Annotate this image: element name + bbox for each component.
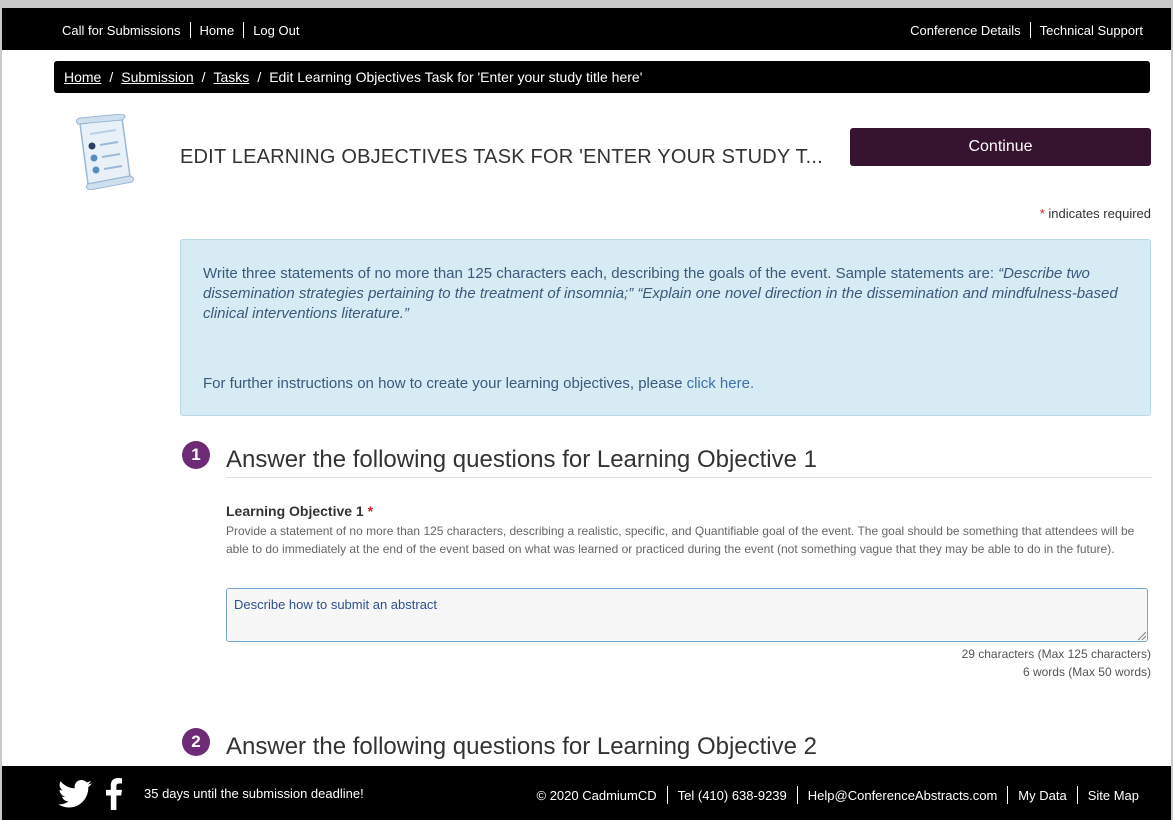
breadcrumb-separator: / (201, 69, 206, 85)
word-count: 6 words (Max 50 words) (1022, 665, 1151, 679)
footer-divider (796, 786, 798, 804)
required-star: * (367, 503, 374, 519)
submission-deadline-countdown: 35 days until the submission deadline! (144, 786, 364, 801)
nav-home[interactable]: Home (200, 23, 235, 38)
section-number-badge: 1 (182, 441, 210, 469)
section-divider (226, 477, 1152, 478)
site-map-link[interactable]: Site Map (1088, 788, 1139, 803)
field-label-text: Learning Objective 1 (226, 503, 364, 519)
page-title: EDIT LEARNING OBJECTIVES TASK FOR 'ENTER… (180, 146, 823, 168)
nav-divider (243, 22, 245, 38)
breadcrumb-home[interactable]: Home (64, 69, 101, 85)
twitter-icon[interactable] (58, 780, 92, 811)
window-frame-left (0, 0, 2, 820)
nav-call-for-submissions[interactable]: Call for Submissions (62, 23, 181, 38)
help-email-link[interactable]: Help@ConferenceAbstracts.com (808, 788, 998, 803)
section-title: Answer the following questions for Learn… (226, 733, 817, 760)
my-data-link[interactable]: My Data (1018, 788, 1066, 803)
footer-bar: 35 days until the submission deadline! ©… (2, 766, 1171, 820)
character-count: 29 characters (Max 125 characters) (961, 647, 1151, 661)
further-instructions: For further instructions on how to creat… (203, 374, 754, 394)
top-navigation-bar: Call for Submissions Home Log Out Conferen… (2, 8, 1171, 50)
phone-number: Tel (410) 638-9239 (677, 788, 787, 803)
instructions-text: Write three statements of no more than 1… (203, 264, 1133, 324)
footer-divider (666, 786, 668, 804)
learning-objective-1-help: Provide a statement of no more than 125 … (226, 524, 1135, 556)
nav-divider (189, 22, 191, 38)
facebook-icon[interactable] (105, 778, 122, 813)
social-links (58, 778, 122, 813)
nav-divider (1029, 22, 1031, 38)
section-number-badge: 2 (182, 728, 210, 756)
copyright: © 2020 CadmiumCD (536, 788, 657, 803)
instructions-panel: Write three statements of no more than 1… (180, 239, 1151, 416)
learning-objective-1-label: Learning Objective 1 * (226, 503, 373, 519)
footer-divider (1007, 786, 1009, 804)
learning-objective-1-input[interactable]: Describe how to submit an abstract (226, 588, 1148, 642)
checklist-scroll-icon (70, 113, 140, 191)
window-frame (0, 0, 1173, 8)
required-indicator-note: * indicates required (1040, 206, 1151, 221)
breadcrumb-separator: / (257, 69, 262, 85)
section-title: Answer the following questions for Learn… (226, 446, 817, 473)
footer-divider (1076, 786, 1078, 804)
click-here-link[interactable]: click here. (687, 375, 755, 392)
instructions-intro: Write three statements of no more than 1… (203, 265, 994, 282)
nav-technical-support[interactable]: Technical Support (1040, 23, 1143, 38)
character-word-counter: 29 characters (Max 125 characters) 6 wor… (962, 645, 1151, 681)
footer-links: © 2020 CadmiumCD Tel (410) 638-9239 Help@C… (537, 786, 1139, 804)
breadcrumb-tasks[interactable]: Tasks (214, 69, 250, 85)
nav-log-out[interactable]: Log Out (253, 23, 299, 38)
nav-conference-details[interactable]: Conference Details (910, 23, 1021, 38)
continue-button[interactable]: Continue (850, 128, 1151, 166)
breadcrumb-current: Edit Learning Objectives Task for 'Enter… (269, 69, 643, 85)
breadcrumb-separator: / (109, 69, 114, 85)
top-nav-right: Conference Details Technical Support (910, 22, 1143, 38)
breadcrumb-submission[interactable]: Submission (121, 69, 193, 85)
required-note-text: indicates required (1044, 206, 1151, 221)
textarea-resize-handle[interactable] (1137, 631, 1146, 640)
breadcrumb: Home / Submission / Tasks / Edit Learning Obje… (54, 61, 1150, 93)
top-nav-left: Call for Submissions Home Log Out (62, 22, 299, 38)
further-instructions-text: For further instructions on how to creat… (203, 375, 687, 392)
